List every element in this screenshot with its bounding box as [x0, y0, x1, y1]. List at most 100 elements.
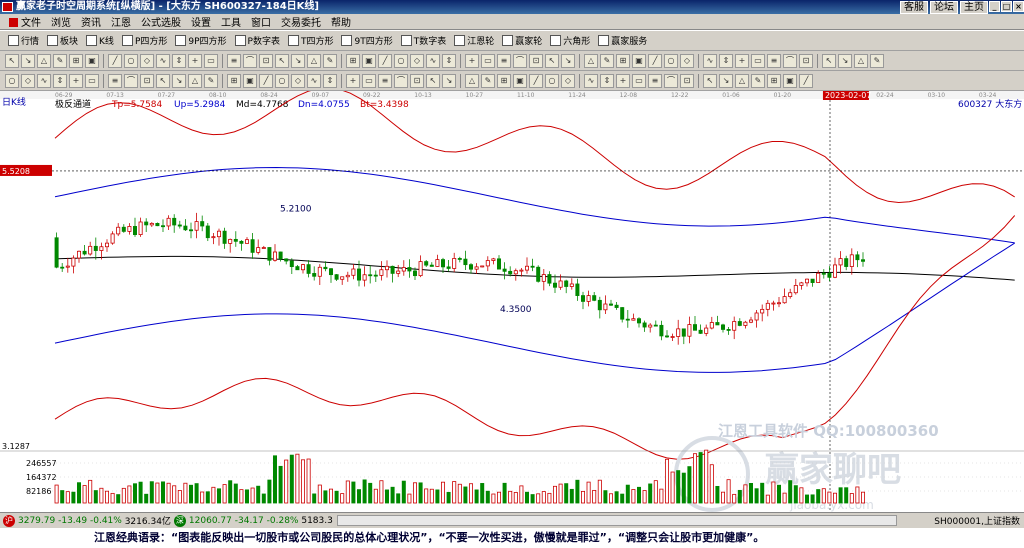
analysis-tool-icon[interactable]: ⌒	[394, 73, 408, 88]
drawing-tool-icon[interactable]: ⊡	[259, 53, 273, 68]
analysis-tool-icon[interactable]: ↘	[172, 73, 186, 88]
analysis-tool-icon[interactable]: ⌒	[124, 73, 138, 88]
analysis-tool-icon[interactable]: ◇	[21, 73, 35, 88]
drawing-tool-icon[interactable]: ↖	[275, 53, 289, 68]
menu-formula[interactable]: 公式选股	[136, 14, 186, 29]
toolbar-table-p-button[interactable]: P数字表	[231, 33, 284, 49]
analysis-tool-icon[interactable]: ○	[5, 73, 19, 88]
drawing-tool-icon[interactable]: ✎	[600, 53, 614, 68]
drawing-tool-icon[interactable]: ▣	[85, 53, 99, 68]
analysis-tool-icon[interactable]: ○	[275, 73, 289, 88]
drawing-tool-icon[interactable]: ⇕	[719, 53, 733, 68]
analysis-tool-icon[interactable]: ∿	[584, 73, 598, 88]
drawing-tool-icon[interactable]: +	[735, 53, 749, 68]
drawing-tool-icon[interactable]: ✎	[323, 53, 337, 68]
analysis-tool-icon[interactable]: ≡	[648, 73, 662, 88]
analysis-tool-icon[interactable]: ✎	[481, 73, 495, 88]
minimize-button[interactable]: _	[989, 1, 1000, 12]
status-index-code[interactable]: SH000001,上证指数	[934, 514, 1024, 527]
analysis-tool-icon[interactable]: +	[346, 73, 360, 88]
analysis-tool-icon[interactable]: ╱	[799, 73, 813, 88]
drawing-tool-icon[interactable]: △	[854, 53, 868, 68]
drawing-tool-icon[interactable]: ▭	[751, 53, 765, 68]
analysis-tool-icon[interactable]: ○	[545, 73, 559, 88]
analysis-tool-icon[interactable]: ⊡	[680, 73, 694, 88]
menu-tools[interactable]: 工具	[216, 14, 246, 29]
analysis-tool-icon[interactable]: ⇕	[53, 73, 67, 88]
drawing-tool-icon[interactable]: ↘	[291, 53, 305, 68]
drawing-tool-icon[interactable]: △	[37, 53, 51, 68]
toolbar-winner-wheel-button[interactable]: 赢家轮	[498, 33, 546, 49]
maximize-button[interactable]: □	[1001, 1, 1012, 12]
drawing-tool-icon[interactable]: ⊞	[616, 53, 630, 68]
analysis-tool-icon[interactable]: ↖	[426, 73, 440, 88]
drawing-tool-icon[interactable]: ⇕	[172, 53, 186, 68]
analysis-tool-icon[interactable]: △	[735, 73, 749, 88]
drawing-tool-icon[interactable]: ╱	[648, 53, 662, 68]
analysis-tool-icon[interactable]: ↖	[156, 73, 170, 88]
toolbar-candle-button[interactable]: K线	[82, 33, 118, 49]
drawing-tool-icon[interactable]: ▭	[204, 53, 218, 68]
drawing-tool-icon[interactable]: ╱	[378, 53, 392, 68]
drawing-tool-icon[interactable]: ≡	[227, 53, 241, 68]
drawing-tool-icon[interactable]: ✎	[870, 53, 884, 68]
drawing-tool-icon[interactable]: ⊞	[69, 53, 83, 68]
menu-file[interactable]: 文件	[4, 14, 46, 29]
analysis-tool-icon[interactable]: ↘	[719, 73, 733, 88]
drawing-tool-icon[interactable]: ▣	[362, 53, 376, 68]
analysis-tool-icon[interactable]: ▭	[632, 73, 646, 88]
analysis-tool-icon[interactable]: ⊡	[410, 73, 424, 88]
drawing-tool-icon[interactable]: ≡	[767, 53, 781, 68]
drawing-tool-icon[interactable]: ⊡	[799, 53, 813, 68]
drawing-tool-icon[interactable]: △	[307, 53, 321, 68]
analysis-tool-icon[interactable]: ▭	[85, 73, 99, 88]
drawing-tool-icon[interactable]: ∿	[156, 53, 170, 68]
drawing-tool-icon[interactable]: ∿	[703, 53, 717, 68]
analysis-tool-icon[interactable]: ⊡	[140, 73, 154, 88]
menu-browse[interactable]: 浏览	[46, 14, 76, 29]
analysis-tool-icon[interactable]: ⊞	[227, 73, 241, 88]
analysis-tool-icon[interactable]: ⊞	[497, 73, 511, 88]
kline-chart[interactable]: 06-29 07-13 07-27 08-10 08-24 09-07 09-22 10-13…	[0, 87, 1024, 512]
close-button[interactable]: ×	[1013, 1, 1024, 12]
drawing-tool-icon[interactable]: ◇	[410, 53, 424, 68]
drawing-tool-icon[interactable]: ↖	[822, 53, 836, 68]
chart-canvas[interactable]: 06-29 07-13 07-27 08-10 08-24 09-07 09-22 10-13…	[0, 87, 1024, 512]
drawing-tool-icon[interactable]: ▣	[632, 53, 646, 68]
analysis-tool-icon[interactable]: ╱	[529, 73, 543, 88]
drawing-tool-icon[interactable]: +	[465, 53, 479, 68]
drawing-tool-icon[interactable]: ⌒	[513, 53, 527, 68]
analysis-tool-icon[interactable]: ⇕	[600, 73, 614, 88]
menu-window[interactable]: 窗口	[246, 14, 276, 29]
analysis-tool-icon[interactable]: ≡	[108, 73, 122, 88]
analysis-tool-icon[interactable]: ▭	[362, 73, 376, 88]
drawing-tool-icon[interactable]: ≡	[497, 53, 511, 68]
analysis-tool-icon[interactable]: +	[616, 73, 630, 88]
drawing-tool-icon[interactable]: ○	[394, 53, 408, 68]
toolbar-grid-button[interactable]: 行情	[4, 33, 43, 49]
analysis-tool-icon[interactable]: ⌒	[664, 73, 678, 88]
drawing-tool-icon[interactable]: ○	[124, 53, 138, 68]
toolbar-blocks-button[interactable]: 板块	[43, 33, 82, 49]
analysis-tool-icon[interactable]: ▣	[783, 73, 797, 88]
drawing-tool-icon[interactable]: ↖	[5, 53, 19, 68]
analysis-tool-icon[interactable]: ⊞	[767, 73, 781, 88]
drawing-tool-icon[interactable]: △	[584, 53, 598, 68]
menu-trade[interactable]: 交易委托	[276, 14, 326, 29]
status-scrollbar[interactable]	[336, 515, 897, 526]
toolbar-square-9p-button[interactable]: 9P四方形	[171, 33, 230, 49]
link-home[interactable]: 主页	[960, 1, 988, 14]
menu-news[interactable]: 资讯	[76, 14, 106, 29]
drawing-tool-icon[interactable]: ∿	[426, 53, 440, 68]
analysis-tool-icon[interactable]: +	[69, 73, 83, 88]
drawing-tool-icon[interactable]: ◇	[140, 53, 154, 68]
link-forum[interactable]: 论坛	[930, 1, 958, 14]
toolbar-square-9t-button[interactable]: 9T四方形	[337, 33, 396, 49]
drawing-tool-icon[interactable]: ⊞	[346, 53, 360, 68]
analysis-tool-icon[interactable]: ✎	[204, 73, 218, 88]
toolbar-table-t-button[interactable]: T数字表	[397, 33, 451, 49]
drawing-tool-icon[interactable]: ↖	[545, 53, 559, 68]
analysis-tool-icon[interactable]: ∿	[307, 73, 321, 88]
link-support[interactable]: 客服	[900, 1, 928, 14]
drawing-tool-icon[interactable]: ↘	[838, 53, 852, 68]
